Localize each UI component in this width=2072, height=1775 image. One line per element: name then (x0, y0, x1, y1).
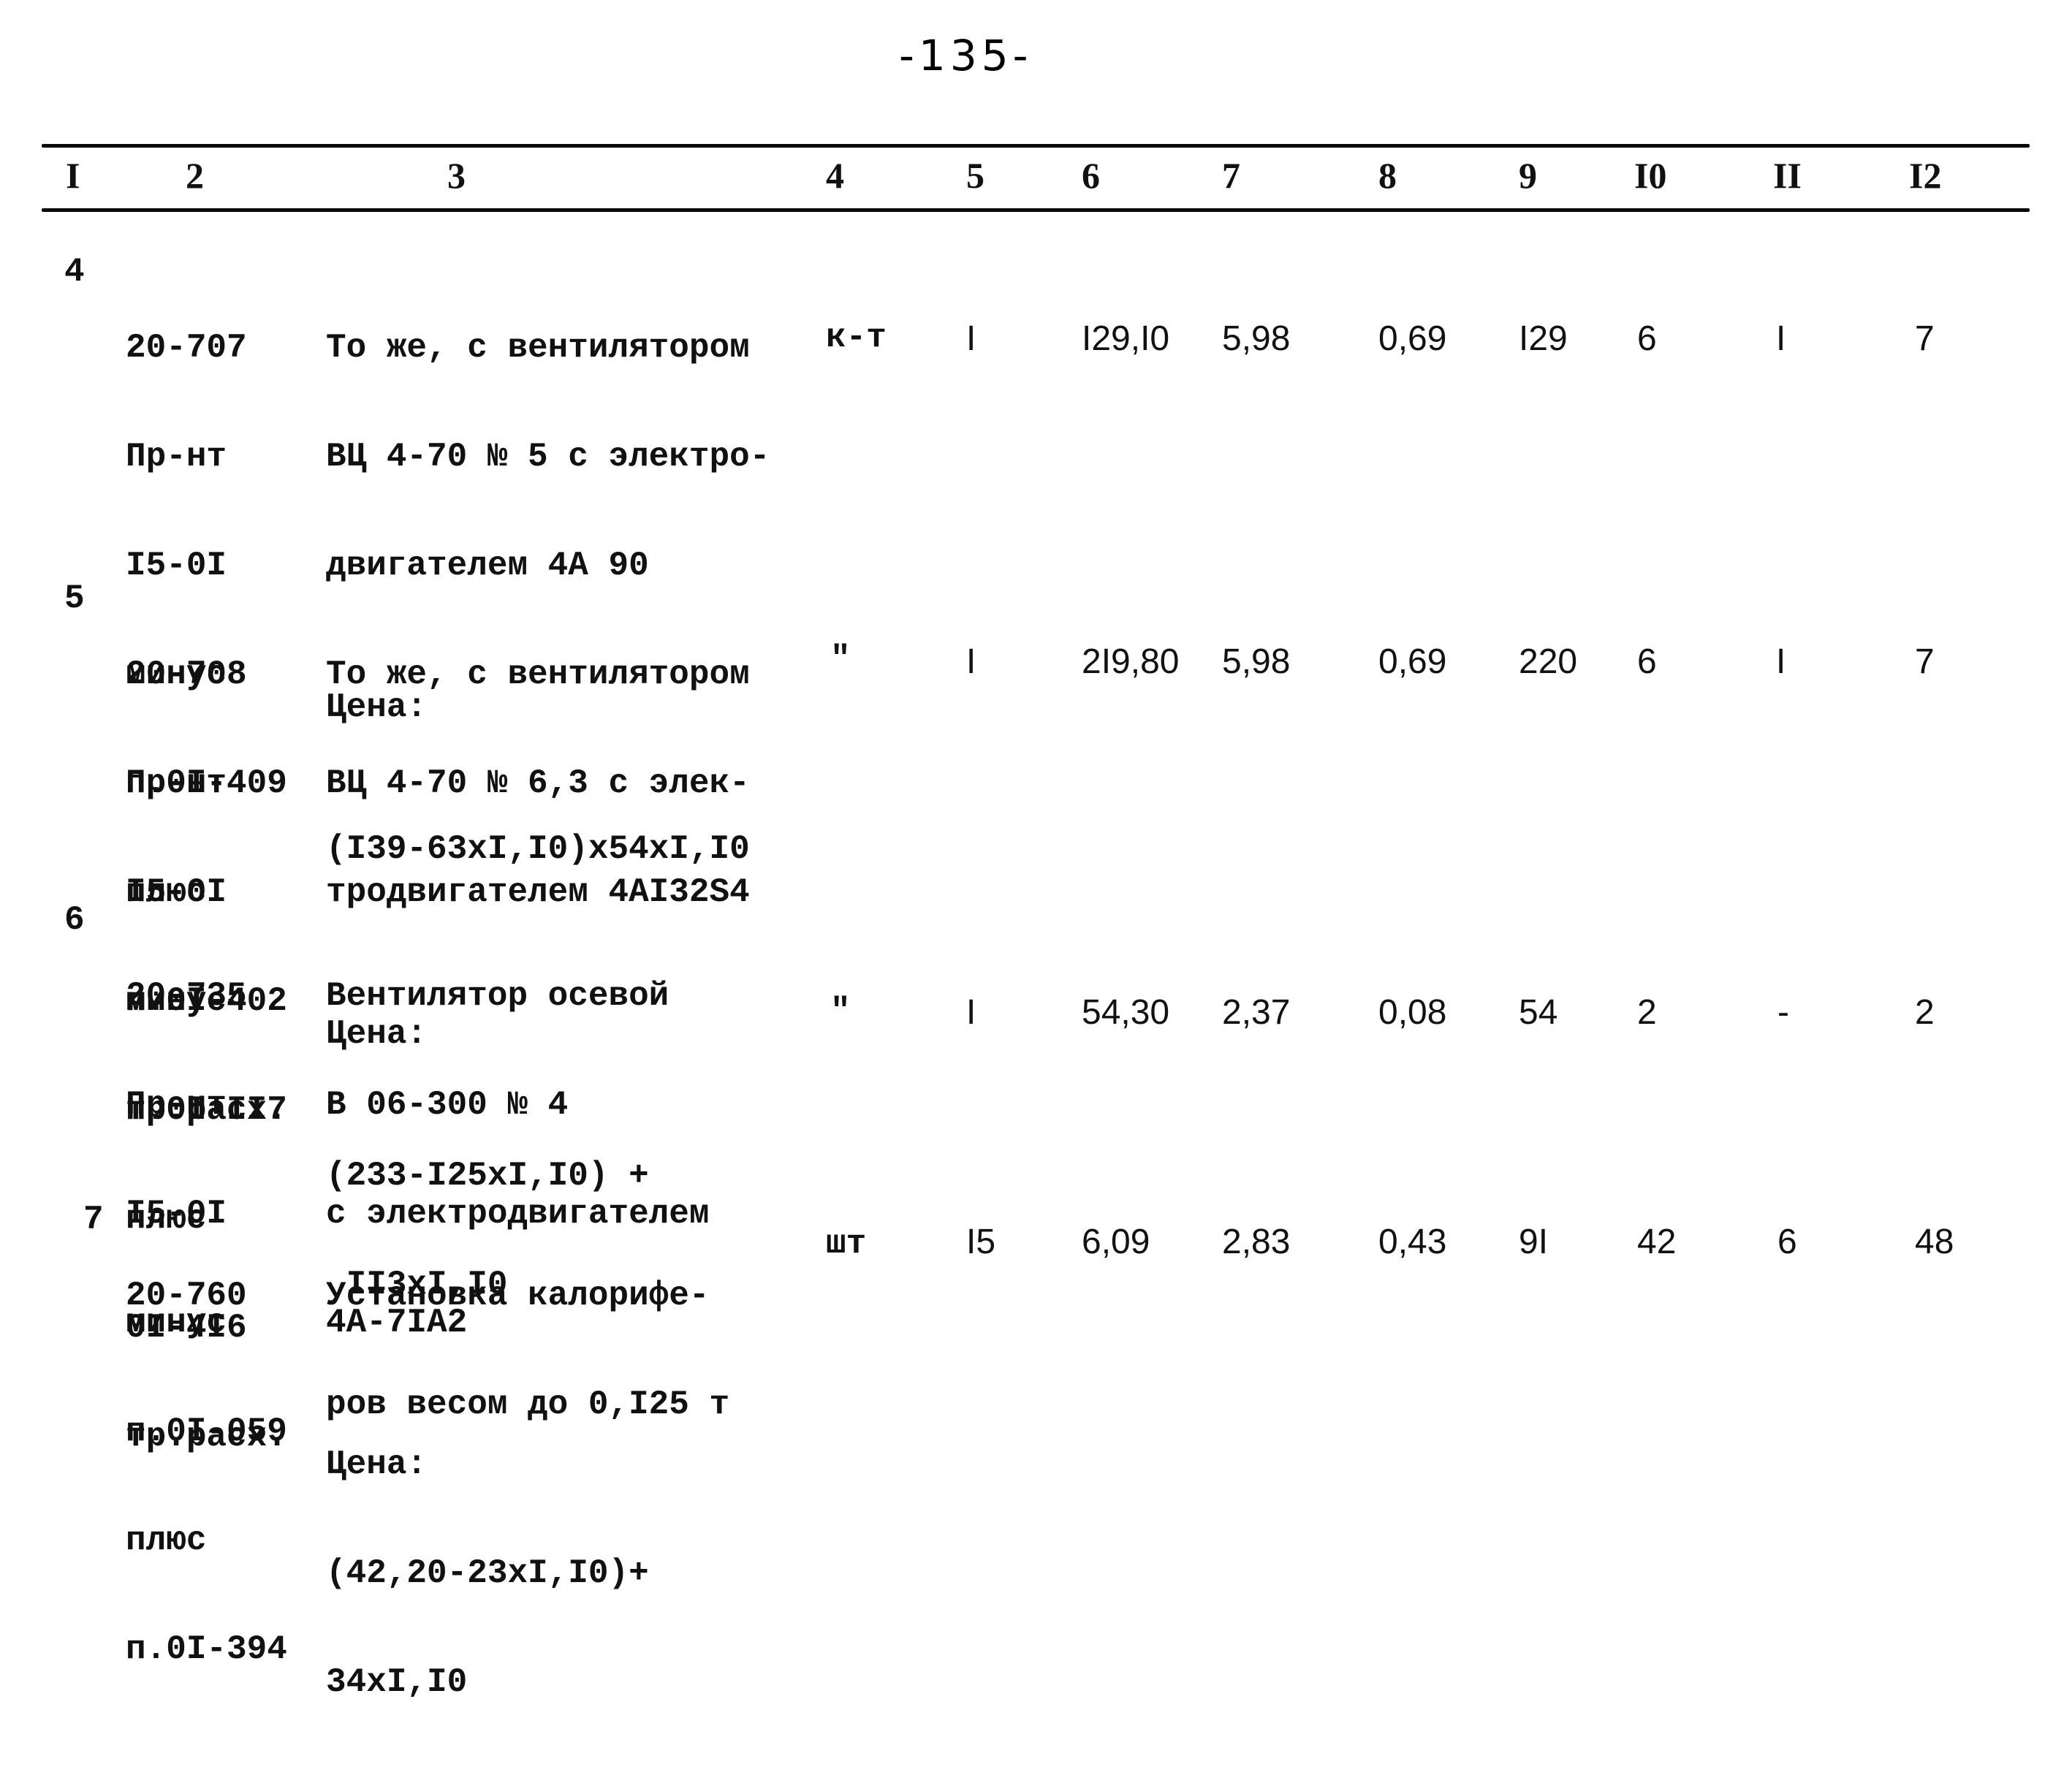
code-line: плюс (126, 1521, 207, 1559)
column-header-5: 5 (966, 155, 984, 196)
col-8-value: 0,43 (1378, 1223, 1447, 1261)
code-line: Пр-нт (126, 438, 227, 476)
quantity: I (966, 993, 976, 1032)
code-main: 20-760 (126, 1277, 247, 1315)
col-7-value: 2,83 (1222, 1223, 1291, 1261)
price-formula: 34xI,I0 (326, 1663, 468, 1701)
col-7-value: 2,37 (1222, 993, 1291, 1032)
work-description: Установка калорифе- ров весом до 0,I25 т (326, 1204, 729, 1497)
unit-ditto: " (830, 640, 851, 678)
col-6-value: 6,09 (1082, 1223, 1150, 1261)
quantity: I (966, 319, 976, 358)
desc-line: То же, с вентилятором (326, 329, 750, 367)
column-header-2: 2 (186, 155, 204, 196)
col-6-value: 54,30 (1082, 993, 1170, 1032)
rate-code: 20-760 (126, 1204, 247, 1388)
col-10-value: 6 (1637, 642, 1657, 681)
col-12-value: 7 (1915, 319, 1935, 358)
desc-line: То же, с вентилятором (326, 655, 750, 693)
col-8-value: 0,69 (1378, 319, 1447, 358)
code-main: 20-735 (126, 977, 247, 1015)
quantity: I5 (966, 1223, 996, 1261)
desc-line: В 06-300 № 4 (326, 1086, 569, 1124)
price-formula: (42,20-23xI,I0)+ (326, 1554, 649, 1592)
unit-ditto: " (830, 992, 851, 1030)
col-10-value: 2 (1637, 993, 1657, 1032)
desc-line: ров весом до 0,I25 т (326, 1386, 730, 1424)
desc-line: двигателем 4А 90 (326, 547, 649, 585)
row-number: 7 (83, 1201, 104, 1239)
row-number: 4 (64, 253, 85, 291)
column-header-12: I2 (1909, 155, 1942, 196)
column-header-1: I (66, 155, 80, 196)
col-8-value: 0,08 (1378, 993, 1447, 1032)
desc-line: Установка калорифе- (326, 1277, 710, 1315)
col-9-value: 9I (1519, 1223, 1549, 1261)
col-11-value: I (1776, 319, 1786, 358)
col-7-value: 5,98 (1222, 642, 1291, 681)
column-header-11: II (1773, 155, 1802, 196)
col-9-value: 220 (1519, 642, 1578, 681)
code-main: 20-707 (126, 329, 247, 367)
desc-line: Вентилятор осевой (326, 977, 669, 1015)
table-header-rule (42, 208, 2030, 212)
desc-line: ВЦ 4-70 № 5 с электро- (326, 438, 770, 476)
page-number: -135- (899, 31, 1033, 80)
col-11-value: 6 (1777, 1223, 1797, 1261)
col-12-value: 48 (1915, 1223, 1954, 1261)
code-line: Пр-нт (126, 764, 227, 802)
col-12-value: 2 (1915, 993, 1935, 1032)
row-number: 6 (64, 901, 85, 939)
col-10-value: 42 (1637, 1223, 1677, 1261)
column-header-6: 6 (1082, 155, 1100, 196)
unit: шт (826, 1225, 867, 1263)
desc-line: ВЦ 4-70 № 6,3 с элек- (326, 764, 750, 802)
col-10-value: 6 (1637, 319, 1657, 358)
column-header-8: 8 (1378, 155, 1397, 196)
table-top-rule (42, 144, 2030, 148)
col-7-value: 5,98 (1222, 319, 1291, 358)
quantity: I (966, 642, 976, 681)
col-9-value: 54 (1519, 993, 1558, 1032)
col-11-value: I (1776, 642, 1786, 681)
column-header-4: 4 (826, 155, 844, 196)
code-line: п.0I-394 (126, 1630, 287, 1668)
column-header-3: 3 (447, 155, 466, 196)
column-header-7: 7 (1222, 155, 1240, 196)
col-6-value: I29,I0 (1082, 319, 1170, 358)
row-number: 5 (64, 579, 85, 617)
code-line: п.0I-059 (126, 1413, 287, 1451)
col-6-value: 2I9,80 (1082, 642, 1180, 681)
code-main: 20-708 (126, 655, 247, 693)
column-header-9: 9 (1519, 155, 1537, 196)
col-12-value: 7 (1915, 642, 1935, 681)
col-11-value: - (1777, 993, 1789, 1032)
code-line: Пр-нт (126, 1086, 227, 1124)
column-header-10: I0 (1634, 155, 1667, 196)
col-9-value: I29 (1519, 319, 1568, 358)
col-8-value: 0,69 (1378, 642, 1447, 681)
unit: к-т (826, 319, 887, 357)
code-line: I5-0I (126, 547, 227, 585)
